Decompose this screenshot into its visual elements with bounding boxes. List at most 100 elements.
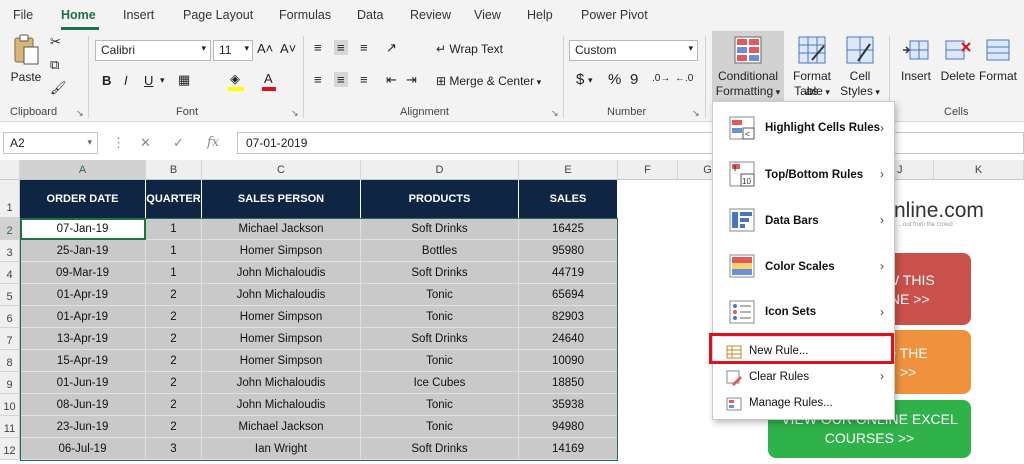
row-header[interactable]: 1 [0,180,20,218]
align-left-icon[interactable]: ≡ [314,72,322,87]
table-cell[interactable]: Soft Drinks [361,328,519,350]
conditional-formatting-button[interactable]: Conditional Formatting ▾ [712,31,784,101]
table-cell[interactable]: 23-Jun-19 [20,416,146,438]
header-cell[interactable]: SALES [519,180,618,218]
underline-button[interactable]: U [144,73,153,88]
table-cell[interactable]: Homer Simpson [202,328,361,350]
column-header[interactable]: K [934,160,1024,180]
table-cell[interactable]: Homer Simpson [202,350,361,372]
table-cell[interactable]: 01-Apr-19 [20,306,146,328]
table-cell[interactable]: 18850 [519,372,618,394]
font-name-select[interactable]: Calibri ▾ [95,40,211,61]
row-header[interactable]: 11 [0,416,20,438]
confirm-icon[interactable]: ✓ [173,135,184,151]
table-cell[interactable]: 35938 [519,394,618,416]
table-cell[interactable]: 2 [146,306,202,328]
align-bottom-icon[interactable]: ≡ [360,40,368,55]
table-cell[interactable]: 14169 [519,438,618,460]
table-cell[interactable]: 1 [146,218,202,240]
table-cell[interactable]: Tonic [361,350,519,372]
row-header[interactable]: 6 [0,306,20,328]
menu-item-icon-sets[interactable]: Icon Sets › [713,294,894,334]
row-header[interactable]: 8 [0,350,20,372]
insert-function-icon[interactable]: fx [207,135,219,150]
delete-cells-button[interactable]: Delete [938,31,978,93]
font-launcher-icon[interactable]: ↘ [291,108,299,119]
formula-input[interactable]: 07-01-2019 [237,132,1024,154]
table-cell[interactable]: John Michaloudis [202,372,361,394]
borders-icon[interactable]: ▦ [178,72,190,88]
row-header[interactable]: 9 [0,372,20,394]
align-middle-icon[interactable]: ≡ [334,40,348,55]
tab-file[interactable]: File [13,8,33,22]
column-header[interactable]: D [361,160,519,180]
menu-item-manage-rules[interactable]: Manage Rules... [713,392,894,416]
tab-home[interactable]: Home [61,8,96,22]
format-cells-button[interactable]: Format [978,31,1018,93]
table-cell[interactable]: 2 [146,350,202,372]
table-cell[interactable]: 15-Apr-19 [20,350,146,372]
table-cell[interactable]: Tonic [361,306,519,328]
decrease-font-icon[interactable]: A˅ [280,41,296,56]
table-cell[interactable]: Homer Simpson [202,240,361,262]
increase-font-icon[interactable]: A˄ [257,41,273,56]
table-cell[interactable]: 25-Jan-19 [20,240,146,262]
cut-icon[interactable]: ✂ [50,34,61,50]
table-cell[interactable]: 13-Apr-19 [20,328,146,350]
table-cell[interactable]: Tonic [361,394,519,416]
table-cell[interactable]: 82903 [519,306,618,328]
table-cell[interactable]: John Michaloudis [202,394,361,416]
table-cell[interactable]: 2 [146,394,202,416]
table-cell[interactable]: 01-Jun-19 [20,372,146,394]
tab-help[interactable]: Help [527,8,553,22]
row-header[interactable]: 5 [0,284,20,306]
alignment-launcher-icon[interactable]: ↘ [551,108,559,119]
table-cell[interactable]: Michael Jackson [202,416,361,438]
column-header[interactable]: C [202,160,361,180]
menu-item-color-scales[interactable]: Color Scales › [713,248,894,288]
decrease-decimal-icon[interactable]: ←.0 [675,73,693,84]
table-cell[interactable]: 3 [146,438,202,460]
header-cell[interactable]: SALES PERSON [202,180,361,218]
column-header[interactable]: E [519,160,618,180]
table-cell[interactable]: John Michaloudis [202,284,361,306]
header-cell[interactable]: QUARTER [146,180,202,218]
table-cell[interactable]: 2 [146,416,202,438]
align-center-icon[interactable]: ≡ [334,72,348,87]
cell-styles-button[interactable]: Cell Styles ▾ [840,31,880,101]
tab-review[interactable]: Review [410,8,451,22]
paste-button[interactable]: Paste [8,34,44,90]
bold-button[interactable]: B [102,73,111,88]
table-cell[interactable]: 44719 [519,262,618,284]
table-cell[interactable]: Ice Cubes [361,372,519,394]
indent-increase-icon[interactable]: ⇥ [406,72,417,88]
comma-button[interactable]: 9 [630,71,638,88]
table-cell[interactable]: 07-Jan-19 [20,218,146,240]
table-cell[interactable]: 16425 [519,218,618,240]
table-cell[interactable]: 10090 [519,350,618,372]
table-cell[interactable]: 2 [146,372,202,394]
row-header[interactable]: 12 [0,438,20,460]
format-as-table-button[interactable]: Format as Table ▾ [786,31,838,101]
header-cell[interactable]: PRODUCTS [361,180,519,218]
menu-item-highlight-cells-rules[interactable]: < Highlight Cells Rules › [713,110,894,150]
column-header[interactable]: F [618,160,678,180]
tab-data[interactable]: Data [357,8,383,22]
table-cell[interactable]: Ian Wright [202,438,361,460]
table-cell[interactable]: 08-Jun-19 [20,394,146,416]
tab-power-pivot[interactable]: Power Pivot [581,8,648,22]
name-box[interactable]: A2 ▾ [3,132,98,154]
table-cell[interactable]: 95980 [519,240,618,262]
chevron-down-icon[interactable]: ▾ [588,75,593,86]
insert-cells-button[interactable]: Insert [896,31,936,93]
clipboard-launcher-icon[interactable]: ↘ [76,108,84,119]
table-cell[interactable]: 94980 [519,416,618,438]
row-header[interactable]: 3 [0,240,20,262]
increase-decimal-icon[interactable]: .0→ [652,73,670,84]
merge-center-button[interactable]: ⊞ Merge & Center ▾ [436,74,541,90]
select-all-corner[interactable] [0,160,20,180]
row-header[interactable]: 4 [0,262,20,284]
table-cell[interactable]: 01-Apr-19 [20,284,146,306]
orientation-icon[interactable]: ↗ [386,40,397,56]
table-cell[interactable]: John Michaloudis [202,262,361,284]
